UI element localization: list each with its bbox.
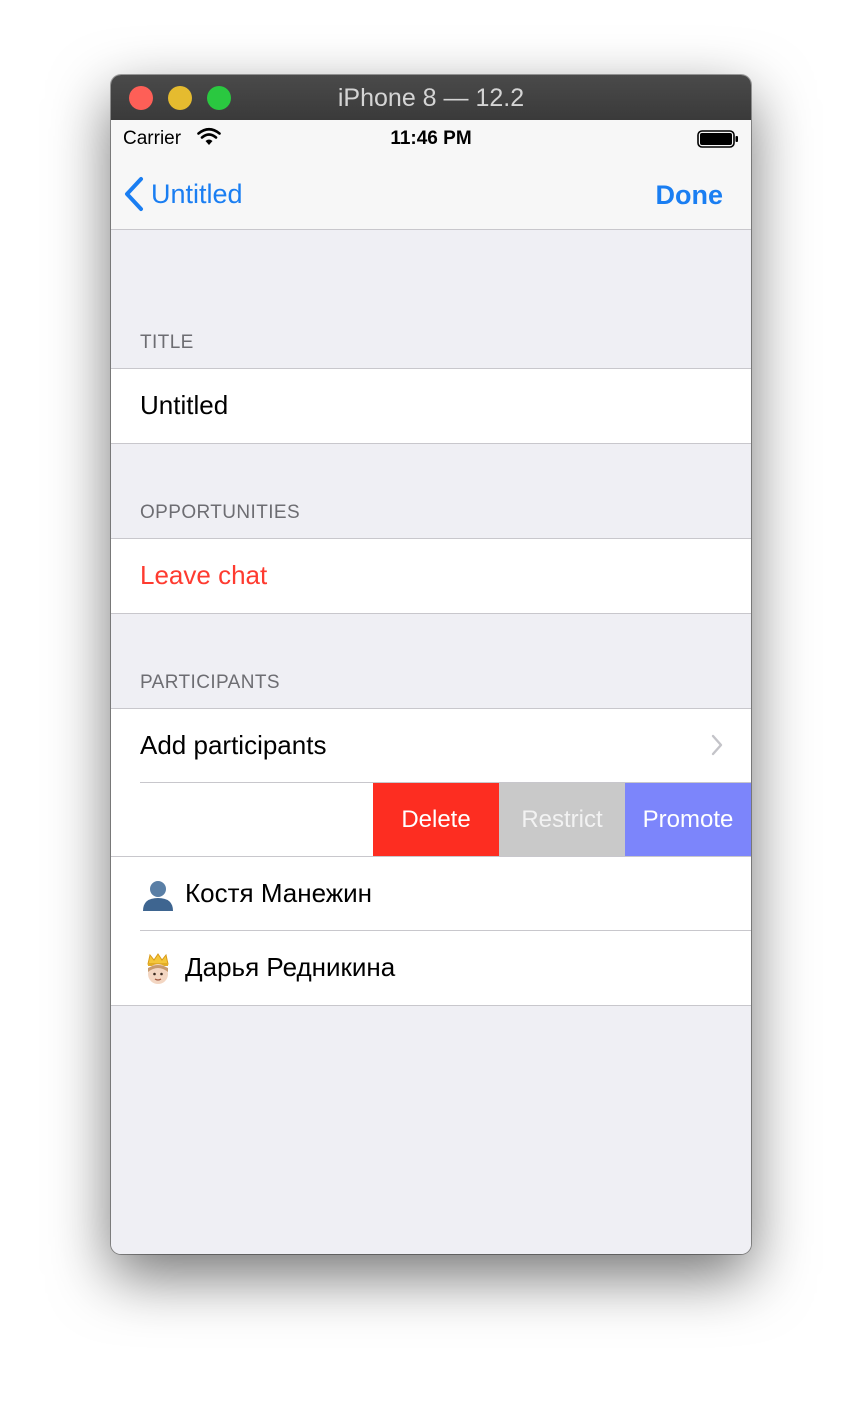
participants-group: Add participants Delete Restrict Promote xyxy=(111,708,751,1006)
title-section-header: TITLE xyxy=(140,332,194,353)
participants-section-header: PARTICIPANTS xyxy=(140,672,280,693)
simulator-window: iPhone 8 — 12.2 Carrier 11:46 PM Untitle… xyxy=(111,75,751,1254)
chevron-left-icon xyxy=(125,177,143,211)
status-time: 11:46 PM xyxy=(390,128,472,149)
battery-icon xyxy=(697,130,738,148)
swipe-actions: Delete Restrict Promote xyxy=(373,783,751,857)
add-participants-label: Add participants xyxy=(140,730,327,760)
prince-icon xyxy=(147,953,169,984)
promote-action-button[interactable]: Promote xyxy=(625,783,751,857)
bust-silhouette-icon xyxy=(143,881,173,911)
back-button[interactable]: Untitled xyxy=(123,174,243,214)
add-participants-cell[interactable]: Add participants xyxy=(111,709,751,783)
participant-row[interactable]: Костя Манежин xyxy=(111,857,751,931)
delete-action-button[interactable]: Delete xyxy=(373,783,499,857)
participant-name: Дарья Редникина xyxy=(185,952,396,982)
opportunities-group: Leave chat xyxy=(111,538,751,614)
window-titlebar: iPhone 8 — 12.2 xyxy=(111,75,751,121)
leave-chat-button[interactable]: Leave chat xyxy=(140,560,267,591)
swiped-participant-row[interactable]: Delete Restrict Promote xyxy=(111,783,751,857)
participant-row[interactable]: Дарья Редникина xyxy=(111,931,751,1005)
chevron-right-icon xyxy=(711,734,723,756)
navigation-bar: Untitled Done xyxy=(111,160,751,230)
leave-chat-cell[interactable]: Leave chat xyxy=(111,539,751,613)
done-button[interactable]: Done xyxy=(656,180,724,211)
restrict-action-button[interactable]: Restrict xyxy=(499,783,625,857)
window-title: iPhone 8 — 12.2 xyxy=(337,84,525,112)
device-screen: Carrier 11:46 PM Untitled Done TITLE Unt… xyxy=(111,120,751,1254)
chat-title-field[interactable]: Untitled xyxy=(140,390,228,421)
title-cell[interactable]: Untitled xyxy=(111,369,751,443)
title-group: Untitled xyxy=(111,368,751,444)
participant-name: Костя Манежин xyxy=(185,878,373,908)
opportunities-section-header: OPPORTUNITIES xyxy=(140,502,301,523)
status-bar: Carrier 11:46 PM xyxy=(111,120,751,160)
back-label: Untitled xyxy=(151,178,243,209)
